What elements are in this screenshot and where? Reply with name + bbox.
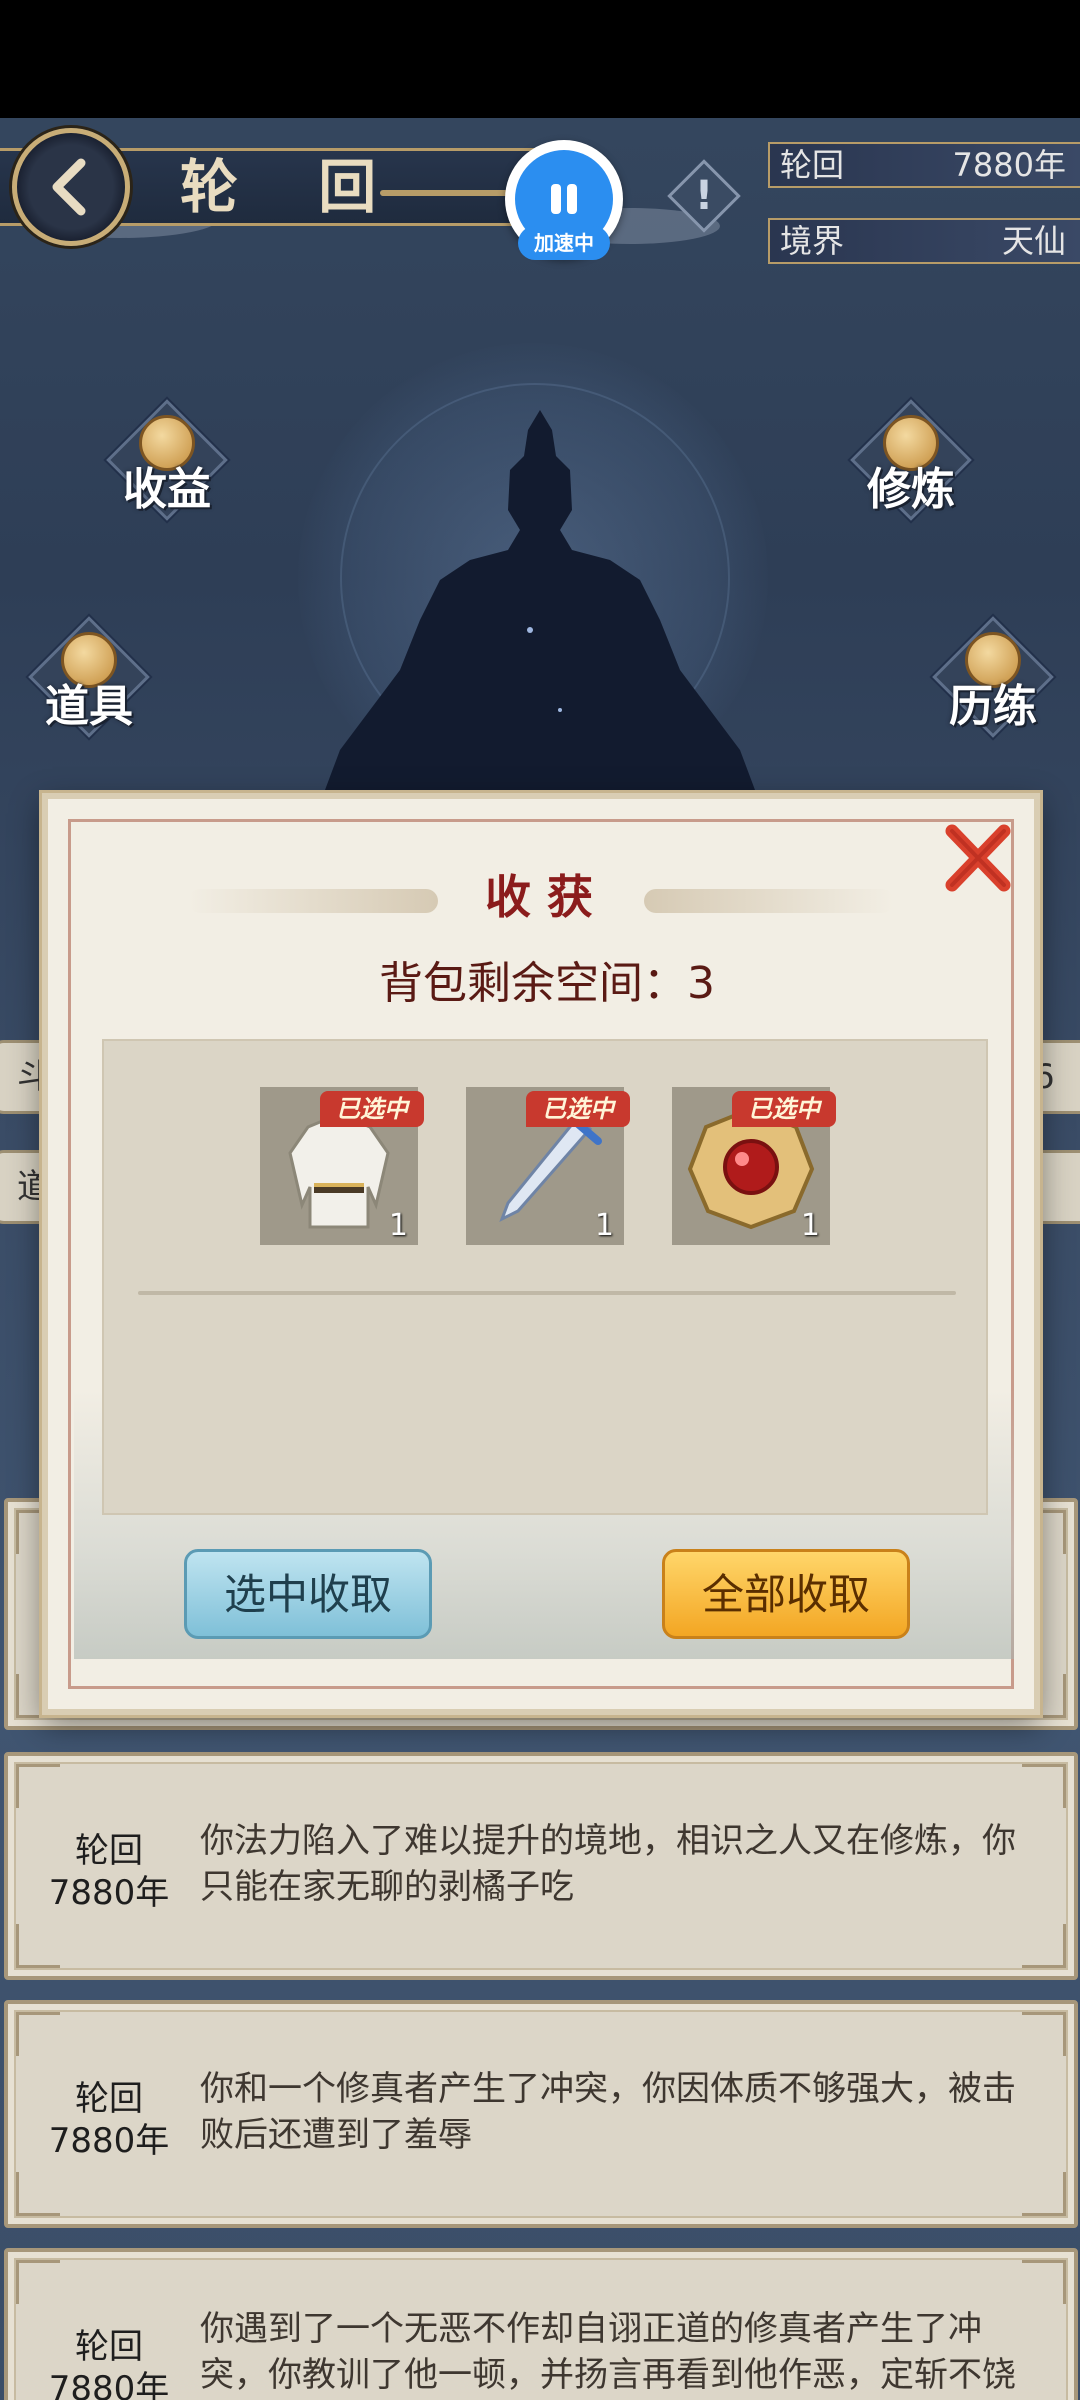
cultivator-silhouette <box>310 410 770 830</box>
log-year: 轮回 7880年 <box>48 2327 170 2400</box>
dialog-title: 收获 <box>485 870 609 924</box>
stat-realm: 境界 天仙 <box>768 218 1080 264</box>
close-icon[interactable] <box>938 819 1018 899</box>
bag-space-text: 背包剩余空间：3 <box>379 958 715 1009</box>
game-screen: 轮 回 加速中 ! 轮回 7880年 境界 天仙 收益 修炼 道具 历练 斗 道… <box>0 0 1080 2400</box>
reward-item-sword[interactable]: 已选中 1 <box>466 1087 630 1245</box>
item-count: 1 <box>388 1208 408 1243</box>
item-count: 1 <box>800 1208 820 1243</box>
stat-value: 7880年 <box>952 146 1066 184</box>
header-ornament <box>380 190 520 196</box>
log-year: 轮回 7880年 <box>48 1831 170 1913</box>
reward-item-amulet[interactable]: 已选中 1 <box>672 1087 836 1245</box>
selected-badge: 已选中 <box>526 1091 630 1127</box>
divider <box>138 1291 956 1295</box>
log-text: 你法力陷入了难以提升的境地，相识之人又在修炼，你只能在家无聊的剥橘子吃 <box>200 1821 1016 1907</box>
log-text: 你遇到了一个无恶不作却自诩正道的修真者产生了冲突，你教训了他一顿，并扬言再看到他… <box>200 2309 1016 2395</box>
harvest-dialog: 收获 背包剩余空间：3 已选中 1 已选中 1 已选中 1 选中收取 全部收取 <box>42 793 1040 1715</box>
menu-label: 收益 <box>123 464 211 515</box>
menu-income-button[interactable]: 收益 <box>102 395 232 525</box>
menu-label: 道具 <box>45 681 133 732</box>
back-button[interactable] <box>12 128 130 246</box>
log-text: 你和一个修真者产生了冲突，你因体质不够强大，被击败后还遭到了羞辱 <box>200 2069 1016 2155</box>
log-card: 轮回 7880年 你法力陷入了难以提升的境地，相识之人又在修炼，你只能在家无聊的… <box>4 1752 1078 1980</box>
chevron-left-icon <box>52 158 86 216</box>
speed-status-badge: 加速中 <box>518 226 610 260</box>
item-count: 1 <box>594 1208 614 1243</box>
log-year: 轮回 7880年 <box>48 2079 170 2161</box>
menu-label: 修炼 <box>867 464 955 515</box>
reward-items-panel: 已选中 1 已选中 1 已选中 1 <box>102 1039 988 1515</box>
menu-training-button[interactable]: 历练 <box>928 612 1058 742</box>
stat-value: 天仙 <box>1001 222 1066 260</box>
log-card: 轮回 7880年 你和一个修真者产生了冲突，你因体质不够强大，被击败后还遭到了羞… <box>4 2000 1078 2228</box>
selected-badge: 已选中 <box>732 1091 836 1127</box>
log-card: 轮回 7880年 你遇到了一个无恶不作却自诩正道的修真者产生了冲突，你教训了他一… <box>4 2248 1078 2400</box>
reward-item-robe[interactable]: 已选中 1 <box>260 1087 424 1245</box>
selected-badge: 已选中 <box>320 1091 424 1127</box>
exclamation-icon: ! <box>694 173 714 219</box>
stat-label: 境界 <box>780 222 845 260</box>
collect-all-button[interactable]: 全部收取 <box>662 1549 910 1639</box>
menu-items-button[interactable]: 道具 <box>24 612 154 742</box>
stat-label: 轮回 <box>780 146 845 184</box>
collect-selected-button[interactable]: 选中收取 <box>184 1549 432 1639</box>
stat-cycle: 轮回 7880年 <box>768 142 1080 188</box>
menu-cultivate-button[interactable]: 修炼 <box>846 395 976 525</box>
status-bar <box>0 0 1080 118</box>
menu-label: 历练 <box>949 681 1037 732</box>
page-title: 轮 回 <box>180 153 407 221</box>
